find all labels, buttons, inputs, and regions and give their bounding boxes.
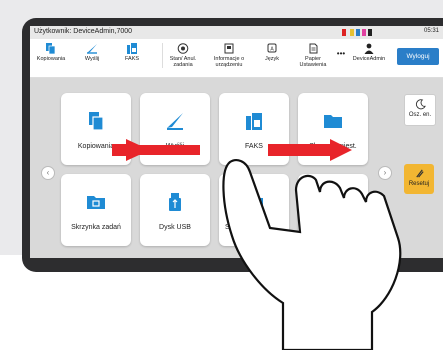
job-box-icon bbox=[87, 196, 105, 209]
prev-page-button[interactable]: ‹ bbox=[41, 166, 55, 180]
language-icon: A bbox=[267, 43, 277, 53]
status-led-icon bbox=[342, 29, 346, 36]
tile-fax[interactable]: FAKS bbox=[219, 93, 289, 165]
user-account-button[interactable]: DeviceAdmin bbox=[352, 43, 386, 62]
send-icon bbox=[87, 44, 97, 54]
status-led-icon bbox=[350, 29, 354, 36]
status-icon bbox=[177, 43, 189, 54]
usb-icon bbox=[169, 193, 181, 211]
user-status: Użytkownik: DeviceAdmin,7000 bbox=[34, 28, 133, 35]
energy-saver-button[interactable]: Osz. en. bbox=[404, 94, 436, 126]
tile-custom-box[interactable]: Skrzynka niest. bbox=[298, 93, 368, 165]
paper-settings-icon bbox=[309, 43, 318, 54]
folder-icon bbox=[245, 196, 263, 209]
touch-screen: Użytkownik: DeviceAdmin,7000 05:31 Kopio… bbox=[30, 26, 443, 258]
status-led-icon bbox=[356, 29, 360, 36]
status-led-icon bbox=[368, 29, 372, 36]
fax-icon bbox=[246, 113, 262, 130]
reset-button[interactable]: Resetuj bbox=[404, 164, 434, 194]
reset-icon bbox=[415, 169, 424, 178]
more-menu-button[interactable]: ••• bbox=[332, 50, 350, 58]
moon-icon bbox=[415, 99, 426, 110]
device-info-icon bbox=[224, 43, 234, 54]
tile-usb-drive[interactable]: Dysk USB bbox=[140, 174, 210, 246]
fax-icon bbox=[127, 43, 137, 54]
tile-box-partial[interactable]: Skrzyn bbox=[219, 174, 289, 246]
folder-icon bbox=[324, 115, 342, 128]
toolbar-device-info-button[interactable]: Informacje o urządzeniu bbox=[206, 43, 252, 68]
folder-icon bbox=[324, 196, 342, 209]
status-led-icon bbox=[362, 29, 366, 36]
toolbar-copy-button[interactable]: Kopiowania bbox=[32, 43, 70, 62]
logout-button[interactable]: Wyloguj bbox=[397, 48, 439, 65]
next-page-button[interactable]: › bbox=[378, 166, 392, 180]
clock: 05:31 bbox=[423, 28, 439, 34]
tile-box-partial-2[interactable]: ...t. bbox=[298, 174, 368, 246]
toolbar-fax-button[interactable]: FAKS bbox=[114, 43, 150, 62]
copy-icon bbox=[46, 43, 56, 54]
status-bar: Użytkownik: DeviceAdmin,7000 05:31 bbox=[30, 26, 443, 39]
home-panel: ‹ › Kopiowania Wyślij FAKS Skrzynka nies… bbox=[30, 78, 443, 258]
toolbar: Kopiowania Wyślij FAKS Stan/ Anul. zadan… bbox=[30, 39, 443, 78]
toolbar-job-status-button[interactable]: Stan/ Anul. zadania bbox=[162, 43, 203, 68]
copy-icon bbox=[89, 112, 104, 131]
toolbar-send-button[interactable]: Wyślij bbox=[74, 43, 110, 62]
tile-copy[interactable]: Kopiowania bbox=[61, 93, 131, 165]
toolbar-language-button[interactable]: A Język bbox=[256, 43, 288, 62]
user-icon bbox=[364, 43, 374, 54]
tile-send[interactable]: Wyślij bbox=[140, 93, 210, 165]
toolbar-paper-settings-button[interactable]: Papier Ustawienia bbox=[294, 43, 332, 68]
tile-job-box[interactable]: Skrzynka zadań bbox=[61, 174, 131, 246]
send-icon bbox=[167, 113, 183, 130]
